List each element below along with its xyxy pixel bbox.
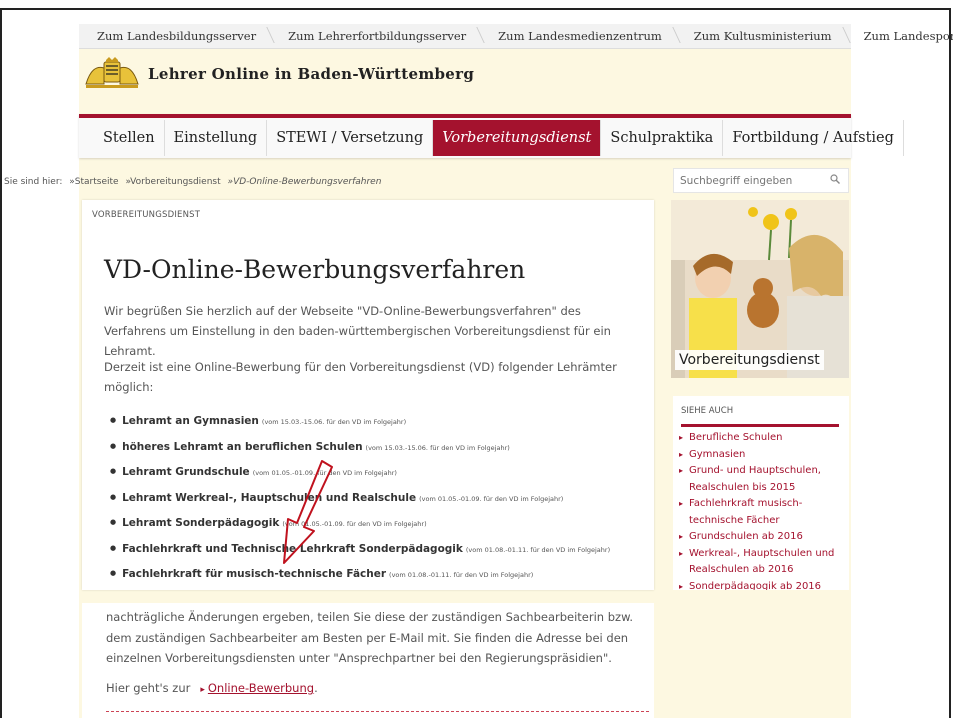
list-item: Fachlehrkraft für musisch-technische Fäc… xyxy=(110,568,610,594)
top-link-landesbildungsserver[interactable]: Zum Landesbildungsserver xyxy=(79,24,270,48)
sidebar-teaser-image[interactable]: Vorbereitungsdienst xyxy=(671,200,849,378)
see-also-divider xyxy=(681,424,839,427)
change-notice-paragraph: nachträgliche Änderungen ergeben, teilen… xyxy=(106,610,634,665)
see-also-link-fachlehrkraft[interactable]: Fachlehrkraft musisch-technische Fächer xyxy=(679,496,843,529)
breadcrumb-item-current: »VD-Online-Bewerbungsverfahren xyxy=(227,177,382,187)
search-box xyxy=(673,168,849,193)
see-also-link-sonderpaedagogik-2016[interactable]: Sonderpädagogik ab 2016 xyxy=(679,579,843,591)
content-card-lower: nachträgliche Änderungen ergeben, teilen… xyxy=(82,603,654,718)
intro-paragraph-2: Derzeit ist eine Online-Bewerbung für de… xyxy=(104,360,617,394)
list-item: höheres Lehramt an beruflichen Schulen(v… xyxy=(110,441,610,467)
breadcrumb: Sie sind hier: »Startseite »Vorbereitung… xyxy=(4,177,385,187)
coat-of-arms-icon xyxy=(85,57,139,88)
section-kicker: VORBEREITUNGSDIENST xyxy=(92,210,201,220)
nav-item-einstellung[interactable]: Einstellung xyxy=(165,120,268,156)
breadcrumb-prefix: Sie sind hier: xyxy=(4,177,63,187)
nav-item-fortbildung-aufstieg[interactable]: Fortbildung / Aufstieg xyxy=(723,120,904,156)
search-input[interactable] xyxy=(674,169,826,193)
nav-item-stellen[interactable]: Stellen xyxy=(79,120,165,156)
see-also-list: Berufliche Schulen Gymnasien Grund- und … xyxy=(679,430,843,590)
content-card: VORBEREITUNGSDIENST VD-Online-Bewerbungs… xyxy=(82,200,654,590)
site-title: Lehrer Online in Baden-Württemberg xyxy=(148,65,475,83)
list-item: Fachlehrkraft und Technische Lehrkraft S… xyxy=(110,543,610,569)
see-also-link-grundschulen-2016[interactable]: Grundschulen ab 2016 xyxy=(679,529,843,546)
list-item: Lehramt Werkreal-, Hauptschulen und Real… xyxy=(110,492,610,518)
list-item: Lehramt Grundschule(vom 01.05.-01.09. fü… xyxy=(110,466,610,492)
dotted-divider xyxy=(106,711,649,712)
see-also-link-berufliche-schulen[interactable]: Berufliche Schulen xyxy=(679,430,843,447)
breadcrumb-item-startseite[interactable]: »Startseite xyxy=(69,177,118,187)
top-link-lehrerfortbildungsserver[interactable]: Zum Lehrerfortbildungsserver xyxy=(270,24,480,48)
online-application-prefix: Hier geht's zur xyxy=(106,681,191,695)
see-also-link-werkreal-2016[interactable]: Werkreal-, Hauptschulen und Realschulen … xyxy=(679,546,843,579)
main-navigation: Stellen Einstellung STEWI / Versetzung V… xyxy=(79,114,904,158)
sidebar-lower-background xyxy=(673,603,849,718)
top-links-bar: Zum Landesbildungsserver Zum Lehrerfortb… xyxy=(79,24,953,49)
list-item: Lehramt an Gymnasien(vom 15.03.-15.06. f… xyxy=(110,415,610,441)
intro-paragraph: Wir begrüßen Sie herzlich auf der Websei… xyxy=(104,304,611,358)
site-logo[interactable]: Lehrer Online in Baden-Württemberg xyxy=(82,56,474,92)
lehramt-list: Lehramt an Gymnasien(vom 15.03.-15.06. f… xyxy=(110,415,610,594)
sidebar-teaser-caption: Vorbereitungsdienst xyxy=(675,350,824,370)
page-title: VD-Online-Bewerbungsverfahren xyxy=(104,255,526,284)
annotation-arrow-icon xyxy=(283,460,333,564)
see-also-heading: SIEHE AUCH xyxy=(681,406,734,416)
nav-item-vorbereitungsdienst[interactable]: Vorbereitungsdienst xyxy=(433,120,602,156)
top-link-landesportal[interactable]: Zum Landesportal xyxy=(846,24,953,48)
see-also-link-grund-hauptschulen[interactable]: Grund- und Hauptschulen, Realschulen bis… xyxy=(679,463,843,496)
breadcrumb-item-vorbereitungsdienst[interactable]: »Vorbereitungsdienst xyxy=(125,177,220,187)
see-also-box: SIEHE AUCH Berufliche Schulen Gymnasien … xyxy=(673,396,849,590)
nav-item-stewi-versetzung[interactable]: STEWI / Versetzung xyxy=(267,120,434,156)
list-item: Lehramt Sonderpädagogik(vom 01.05.-01.09… xyxy=(110,517,610,543)
search-icon[interactable] xyxy=(830,174,840,184)
top-link-kultusministerium[interactable]: Zum Kultusministerium xyxy=(676,24,846,48)
see-also-link-gymnasien[interactable]: Gymnasien xyxy=(679,447,843,464)
nav-item-schulpraktika[interactable]: Schulpraktika xyxy=(601,120,724,156)
top-link-landesmedienzentrum[interactable]: Zum Landesmedienzentrum xyxy=(480,24,676,48)
online-application-link[interactable]: Online-Bewerbung xyxy=(200,681,314,695)
online-application-line: Hier geht's zurOnline-Bewerbung. xyxy=(106,681,318,695)
